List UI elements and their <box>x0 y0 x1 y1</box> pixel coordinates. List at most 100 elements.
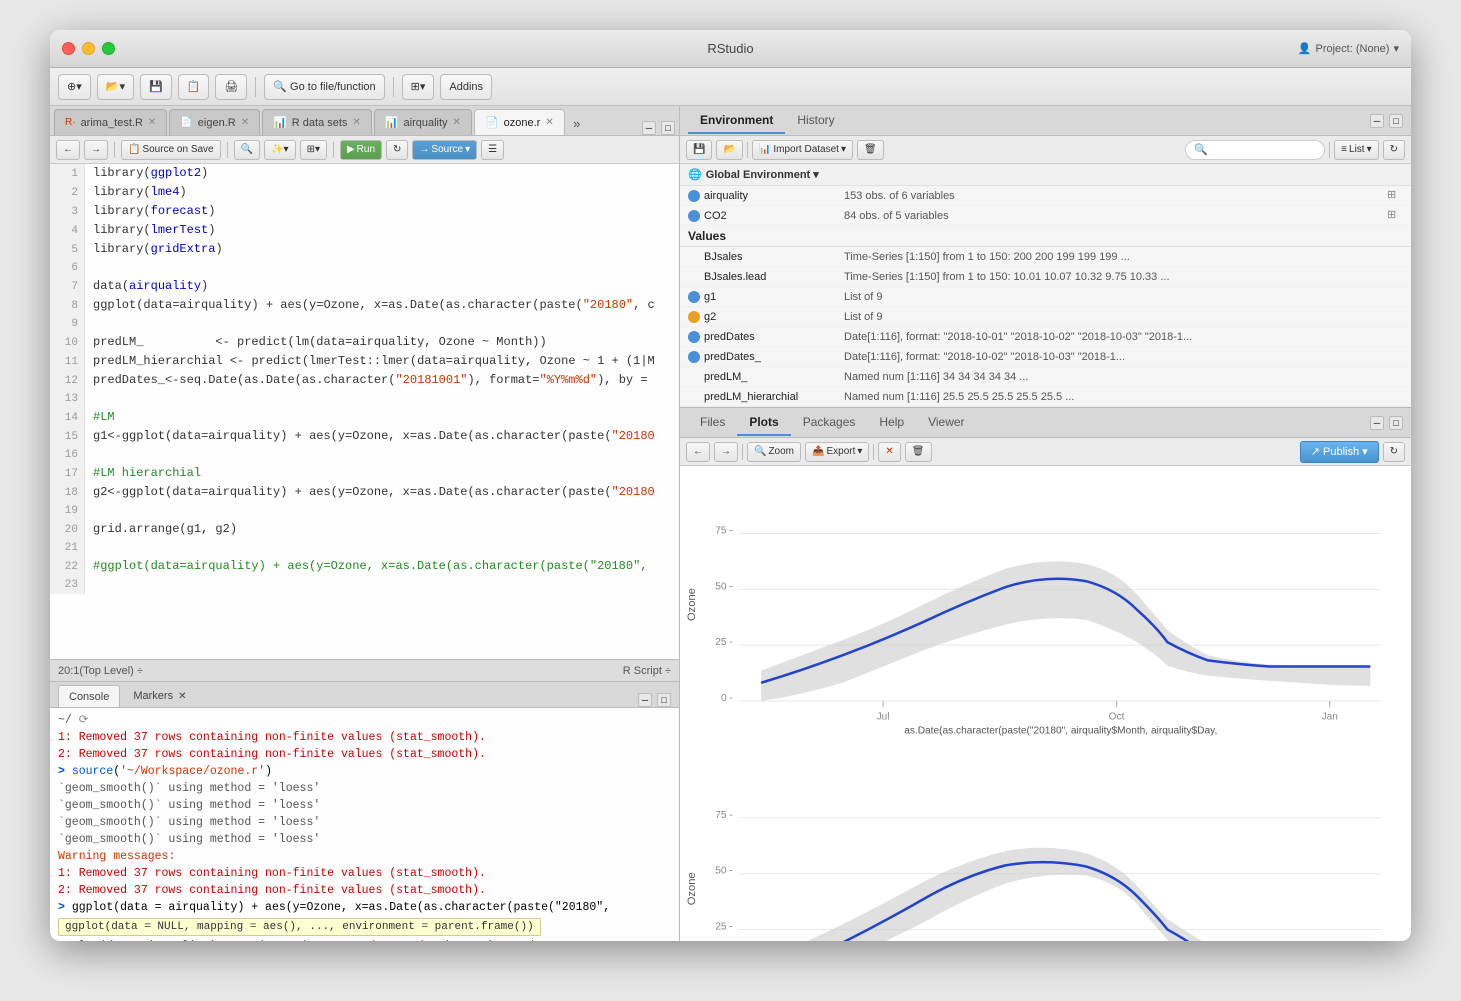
markers-close[interactable]: ✕ <box>178 691 186 702</box>
env-row-co2[interactable]: CO2 84 obs. of 5 variables ⊞ <box>680 206 1411 226</box>
tab-close-rdatasets[interactable]: ✕ <box>352 117 360 128</box>
tab-ozone[interactable]: 📄 ozone.r ✕ <box>474 109 565 135</box>
panel-expand-btn[interactable]: □ <box>661 121 675 135</box>
plots-refresh-btn[interactable]: ↻ <box>1383 442 1405 462</box>
line-18: 18 g2<-ggplot(data=airquality) + aes(y=O… <box>50 483 679 502</box>
project-chevron[interactable]: ▾ <box>1393 42 1399 55</box>
line-6: 6 <box>50 259 679 277</box>
env-load-btn[interactable]: 📂 <box>716 140 742 160</box>
console-output[interactable]: ~/ ⟳ 1: Removed 37 rows containing non-f… <box>50 708 679 941</box>
goto-btn[interactable]: 🔍 Go to file/function <box>264 74 384 100</box>
magic-btn[interactable]: ✨▾ <box>264 140 295 160</box>
co2-name: CO2 <box>704 210 844 222</box>
line-12: 12 predDates_<-seq.Date(as.Date(as.chara… <box>50 371 679 390</box>
script-type[interactable]: R Script ÷ <box>623 665 671 677</box>
tab-close-ozone[interactable]: ✕ <box>545 117 553 128</box>
save-btn[interactable]: 💾 <box>140 74 172 100</box>
tab-rdatasets[interactable]: 📊 R data sets ✕ <box>262 109 372 135</box>
minimize-button[interactable] <box>82 42 95 55</box>
console-warn2: 2: Removed 37 rows containing non-finite… <box>58 746 671 763</box>
line-7: 7 data(airquality) <box>50 277 679 296</box>
airquality-grid-icon[interactable]: ⊞ <box>1387 188 1403 204</box>
forward-btn[interactable]: → <box>84 140 108 160</box>
tab-eigen[interactable]: 📄 eigen.R ✕ <box>169 109 260 135</box>
airquality-dot <box>688 190 700 202</box>
panel-minimize-btn[interactable]: ─ <box>642 121 656 135</box>
options-btn[interactable]: ☰ <box>481 140 504 160</box>
tab-plots[interactable]: Plots <box>737 410 790 436</box>
broom-btn[interactable]: 🗑 <box>905 442 932 462</box>
search-btn[interactable]: 🔍 <box>234 140 260 160</box>
bjsales-value: Time-Series [1:150] from 1 to 150: 200 2… <box>844 251 1403 263</box>
grid-btn[interactable]: ⊞▾ <box>402 74 435 100</box>
new-file-btn[interactable]: ⊕▾ <box>58 74 91 100</box>
tab-markers[interactable]: Markers ✕ <box>123 685 196 707</box>
predlm-hier-value: Named num [1:116] 25.5 25.5 25.5 25.5 25… <box>844 391 1403 403</box>
user-icon: 👤 <box>1298 42 1312 55</box>
ed-sep2 <box>227 142 228 158</box>
source-btn[interactable]: → Source ▾ <box>412 140 477 160</box>
run-btn[interactable]: ▶ Run <box>340 140 382 160</box>
preddates2-value: Date[1:116], format: "2018-10-02" "2018-… <box>844 351 1403 363</box>
more-tabs-btn[interactable]: » <box>567 111 587 135</box>
co2-grid-icon[interactable]: ⊞ <box>1387 208 1403 224</box>
format-btn[interactable]: ⊞▾ <box>300 140 327 160</box>
tab-viewer[interactable]: Viewer <box>916 410 976 436</box>
preddates-value: Date[1:116], format: "2018-10-01" "2018-… <box>844 331 1403 343</box>
tab-close-airquality[interactable]: ✕ <box>453 117 461 128</box>
tab-help[interactable]: Help <box>867 410 916 436</box>
preddates-dot <box>688 331 700 343</box>
plots-forward-btn[interactable]: → <box>714 442 738 462</box>
line-5: 5 library(gridExtra) <box>50 240 679 259</box>
tab-airquality[interactable]: 📊 airquality ✕ <box>374 109 472 135</box>
clear-env-btn[interactable]: 🗑 <box>857 140 884 160</box>
delete-plot-btn[interactable]: ✕ <box>878 442 900 462</box>
tab-environment[interactable]: Environment <box>688 108 785 134</box>
tab-close-arima[interactable]: ✕ <box>148 117 156 128</box>
project-label[interactable]: Project: (None) <box>1315 43 1389 55</box>
code-editor[interactable]: 1 library(ggplot2) 2 library(lme4) 3 lib… <box>50 164 679 659</box>
airquality-icon: 📊 <box>385 116 399 129</box>
console-smooth4: `geom_smooth()` using method = 'loess' <box>58 831 671 848</box>
code-level[interactable]: (Top Level) ÷ <box>79 665 143 677</box>
tab-close-eigen[interactable]: ✕ <box>241 117 249 128</box>
plots-minimize[interactable]: ─ <box>1370 416 1384 430</box>
maximize-button[interactable] <box>102 42 115 55</box>
plots-expand[interactable]: □ <box>1389 416 1403 430</box>
editor-status-bar: 20:1 (Top Level) ÷ R Script ÷ <box>50 659 679 681</box>
tab-history[interactable]: History <box>785 108 846 134</box>
close-button[interactable] <box>62 42 75 55</box>
tab-console[interactable]: Console <box>58 685 120 707</box>
bjsales-lead-value: Time-Series [1:150] from 1 to 150: 10.01… <box>844 271 1403 283</box>
list-view-btn[interactable]: ≡ List ▾ <box>1334 140 1378 160</box>
tab-rscript[interactable]: R· arima_test.R ✕ <box>54 109 167 135</box>
line-23: 23 <box>50 576 679 594</box>
print-btn[interactable]: 🖨 <box>215 74 247 100</box>
plots-sep2 <box>873 444 874 460</box>
console-tabs: Console Markers ✕ ─ □ <box>50 682 679 708</box>
console-expand[interactable]: □ <box>657 693 671 707</box>
save-all-btn[interactable]: 📋 <box>178 74 210 100</box>
plots-back-btn[interactable]: ← <box>686 442 710 462</box>
tab-packages[interactable]: Packages <box>791 410 868 436</box>
env-minimize[interactable]: ─ <box>1370 114 1384 128</box>
env-save-btn[interactable]: 💾 <box>686 140 712 160</box>
line-3: 3 library(forecast) <box>50 202 679 221</box>
env-refresh-btn[interactable]: ↻ <box>1383 140 1405 160</box>
console-minimize[interactable]: ─ <box>638 693 652 707</box>
preddates-name: predDates <box>704 331 844 343</box>
env-row-airquality[interactable]: airquality 153 obs. of 6 variables ⊞ <box>680 186 1411 206</box>
publish-btn[interactable]: ↗ Publish ▾ <box>1300 441 1379 463</box>
bjsales-name: BJsales <box>704 251 844 263</box>
import-dataset-btn[interactable]: 📊 Import Dataset ▾ <box>752 140 853 160</box>
env-expand[interactable]: □ <box>1389 114 1403 128</box>
env-search[interactable] <box>1185 140 1325 160</box>
tab-files[interactable]: Files <box>688 410 737 436</box>
open-btn[interactable]: 📂▾ <box>97 74 134 100</box>
rerun-btn[interactable]: ↻ <box>386 140 408 160</box>
addins-btn[interactable]: Addins <box>440 74 492 100</box>
export-btn[interactable]: 📤 Export ▾ <box>805 442 869 462</box>
zoom-btn[interactable]: 🔍 Zoom <box>747 442 801 462</box>
source-save-btn[interactable]: 📋 Source on Save <box>121 140 221 160</box>
back-btn[interactable]: ← <box>56 140 80 160</box>
